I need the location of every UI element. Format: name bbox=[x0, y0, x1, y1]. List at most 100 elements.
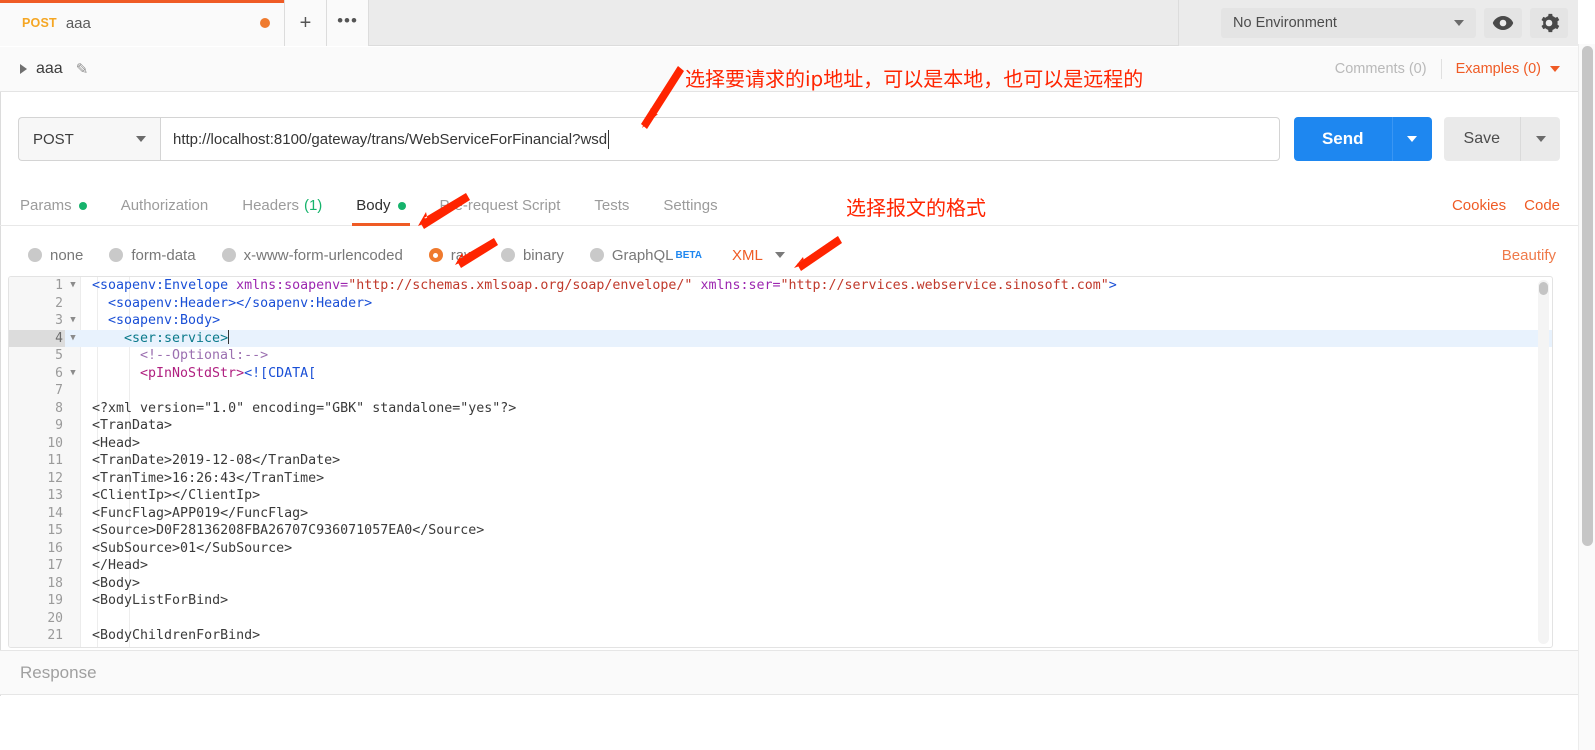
body-type-form-data[interactable]: form-data bbox=[109, 247, 196, 264]
send-button[interactable]: Send bbox=[1293, 117, 1432, 161]
tab-params[interactable]: Params bbox=[20, 186, 87, 226]
tab-label: Body bbox=[356, 197, 391, 214]
radio-button-icon[interactable] bbox=[109, 248, 124, 262]
request-tab-aaa[interactable]: POST aaa bbox=[0, 0, 285, 46]
editor-line-number: 17 bbox=[47, 558, 63, 573]
radio-button-icon[interactable] bbox=[500, 248, 515, 262]
new-tab-button[interactable]: + bbox=[285, 0, 327, 46]
editor-line-number: 11 bbox=[47, 453, 63, 468]
editor-line-number: 20 bbox=[47, 610, 63, 626]
radio-button-icon[interactable] bbox=[221, 248, 236, 262]
tab-pre-request-script[interactable]: Pre-request Script bbox=[440, 186, 561, 226]
request-section-tabs: Params Authorization Headers (1) Body Pre-req… bbox=[0, 186, 1578, 226]
tab-body[interactable]: Body bbox=[352, 186, 410, 226]
radio-button-icon[interactable] bbox=[589, 248, 604, 262]
body-type-none[interactable]: none bbox=[28, 247, 83, 264]
editor-line[interactable]: 12 <TranTime>16:26:43</TranTime> bbox=[9, 470, 1552, 488]
url-text: http://localhost:8100/gateway/trans/WebS… bbox=[173, 130, 608, 148]
eye-icon bbox=[1492, 16, 1514, 30]
body-format-select[interactable]: XML bbox=[732, 247, 785, 264]
editor-line[interactable]: 2 <soapenv:Header></soapenv:Header> bbox=[9, 295, 1552, 313]
editor-line[interactable]: 9 <TranData> bbox=[9, 417, 1552, 435]
fold-toggle-icon[interactable]: ▼ bbox=[65, 365, 81, 383]
editor-line[interactable]: 5 <!--Optional:--> bbox=[9, 347, 1552, 365]
body-type-binary[interactable]: binary bbox=[500, 247, 564, 264]
editor-line[interactable]: 3 ▼ <soapenv:Body> bbox=[9, 312, 1552, 330]
save-options-button[interactable] bbox=[1520, 117, 1560, 161]
body-type-label: GraphQL bbox=[611, 246, 674, 264]
editor-line[interactable]: 17 </Head> bbox=[9, 557, 1552, 575]
editor-line[interactable]: 10 <Head> bbox=[9, 435, 1552, 453]
fold-toggle-icon[interactable]: ▼ bbox=[65, 277, 81, 295]
editor-line[interactable]: 20 bbox=[9, 610, 1552, 628]
editor-line[interactable]: 7 bbox=[9, 382, 1552, 400]
editor-line[interactable]: 18 <Body> bbox=[9, 575, 1552, 593]
breadcrumb-bar: aaa ✎ Comments (0) Examples (0) bbox=[0, 47, 1578, 92]
tab-label: Settings bbox=[663, 197, 718, 214]
tab-active-dot-icon bbox=[78, 201, 87, 210]
body-type-x-www-form-urlencoded[interactable]: x-www-form-urlencoded bbox=[221, 247, 403, 264]
response-body-empty bbox=[0, 696, 1578, 750]
fold-placeholder bbox=[65, 417, 81, 435]
editor-line[interactable]: 16 <SubSource>01</SubSource> bbox=[9, 540, 1552, 558]
settings-button[interactable] bbox=[1530, 8, 1568, 38]
cookies-link[interactable]: Cookies bbox=[1452, 197, 1506, 214]
editor-code-area[interactable]: 1 ▼ <soapenv:Envelope xmlns:soapenv="http:… bbox=[9, 277, 1552, 647]
beta-badge: BETA bbox=[675, 249, 703, 261]
editor-scrollbar-thumb[interactable] bbox=[1539, 282, 1548, 295]
request-body-editor[interactable]: 1 ▼ <soapenv:Envelope xmlns:soapenv="http:… bbox=[8, 276, 1553, 648]
editor-line[interactable]: 1 ▼ <soapenv:Envelope xmlns:soapenv="http:… bbox=[9, 277, 1552, 295]
examples-link[interactable]: Examples (0) bbox=[1442, 61, 1541, 77]
http-method-select[interactable]: POST bbox=[18, 117, 160, 161]
editor-line[interactable]: 14 <FuncFlag>APP019</FuncFlag> bbox=[9, 505, 1552, 523]
environment-selector[interactable]: No Environment bbox=[1221, 8, 1476, 38]
page-scrollbar-thumb[interactable] bbox=[1582, 46, 1593, 546]
text-cursor bbox=[608, 129, 610, 149]
comments-link[interactable]: Comments (0) bbox=[1335, 61, 1441, 77]
editor-line[interactable]: 19 <BodyListForBind> bbox=[9, 592, 1552, 610]
editor-line[interactable]: 21 <BodyChildrenForBind> bbox=[9, 627, 1552, 645]
tab-authorization[interactable]: Authorization bbox=[121, 186, 209, 226]
tab-options-button[interactable]: ••• bbox=[327, 0, 369, 46]
body-type-graphql[interactable]: GraphQL BETA bbox=[589, 246, 703, 264]
edit-request-pencil-icon[interactable]: ✎ bbox=[76, 60, 89, 78]
tab-tests[interactable]: Tests bbox=[594, 186, 629, 226]
fold-placeholder bbox=[65, 522, 81, 540]
url-input[interactable]: http://localhost:8100/gateway/trans/WebS… bbox=[160, 117, 1280, 161]
page-title: aaa bbox=[36, 60, 63, 77]
editor-line[interactable]: 11 <TranDate>2019-12-08</TranDate> bbox=[9, 452, 1552, 470]
editor-line-text: <ClientIp></ClientIp> bbox=[92, 488, 261, 503]
tab-headers[interactable]: Headers (1) bbox=[242, 186, 322, 226]
editor-line[interactable]: 6 ▼ <pInNoStdStr><![CDATA[ bbox=[9, 365, 1552, 383]
fold-placeholder bbox=[65, 470, 81, 488]
breadcrumb-expand-icon[interactable] bbox=[20, 64, 27, 74]
examples-chevron-down-icon[interactable] bbox=[1550, 66, 1560, 72]
editor-scrollbar[interactable] bbox=[1538, 280, 1549, 644]
save-button[interactable]: Save bbox=[1443, 117, 1560, 161]
editor-line[interactable]: 15 <Source>D0F28136208FBA26707C936071057E… bbox=[9, 522, 1552, 540]
code-link[interactable]: Code bbox=[1524, 197, 1560, 214]
fold-toggle-icon[interactable]: ▼ bbox=[65, 312, 81, 330]
page-scrollbar[interactable] bbox=[1578, 44, 1595, 750]
environment-quick-look-button[interactable] bbox=[1484, 8, 1522, 38]
body-type-raw[interactable]: raw bbox=[428, 246, 475, 264]
radio-button-icon[interactable] bbox=[28, 248, 42, 262]
send-options-button[interactable] bbox=[1391, 117, 1432, 161]
editor-line[interactable]: 8 <?xml version="1.0" encoding="GBK" stan… bbox=[9, 400, 1552, 418]
body-type-label: none bbox=[50, 246, 84, 264]
editor-line[interactable]: 4 ▼ <ser:service> bbox=[9, 329, 1552, 348]
editor-line-number: 16 bbox=[47, 540, 63, 556]
tab-label: Tests bbox=[594, 197, 630, 214]
editor-line-text: <Head> bbox=[92, 435, 141, 451]
editor-line-text: <TranData> bbox=[92, 418, 173, 433]
fold-toggle-icon[interactable]: ▼ bbox=[65, 330, 81, 348]
beautify-link[interactable]: Beautify bbox=[1502, 247, 1578, 264]
tab-settings[interactable]: Settings bbox=[663, 186, 717, 226]
body-type-label: raw bbox=[450, 246, 475, 264]
send-label: Send bbox=[1321, 129, 1364, 148]
radio-button-icon[interactable] bbox=[428, 248, 443, 262]
editor-line-text: <TranDate>2019-12-08</TranDate> bbox=[92, 453, 341, 468]
chevron-down-icon bbox=[136, 136, 146, 142]
environment-area: No Environment bbox=[1178, 0, 1578, 46]
editor-line[interactable]: 13 <ClientIp></ClientIp> bbox=[9, 487, 1552, 505]
